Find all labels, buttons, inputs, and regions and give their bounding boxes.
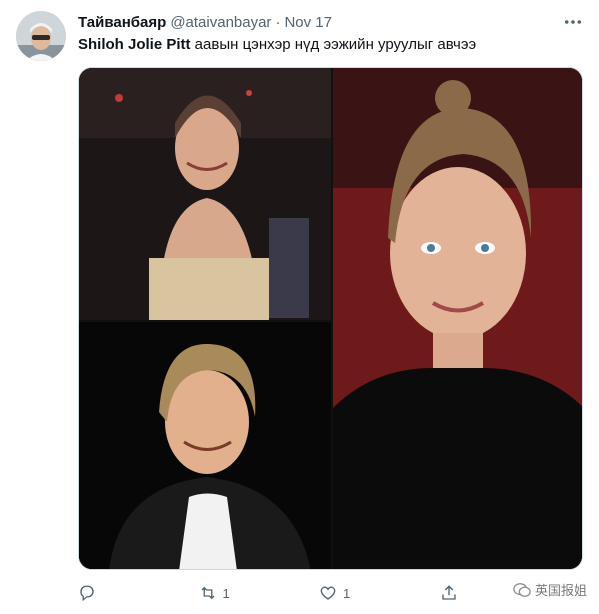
tweet-text: Shiloh Jolie Pitt аавын цэнхэр нүд ээжий…: [78, 35, 583, 55]
display-name[interactable]: Тайванбаяр: [78, 14, 166, 31]
avatar-image: [16, 11, 66, 61]
reply-icon: [80, 585, 94, 602]
wechat-logo-icon: [513, 582, 531, 597]
watermark: 英国报姐: [513, 580, 587, 599]
retweet-count: 1: [222, 585, 230, 601]
watermark-text: 英国报姐: [534, 583, 587, 598]
user-handle[interactable]: @ataivanbayar: [170, 14, 271, 31]
tweet-text-name: Shiloh Jolie Pitt: [78, 36, 191, 53]
photo-woman-smiling[interactable]: [79, 68, 331, 320]
tweet-date[interactable]: Nov 17: [284, 14, 332, 31]
photo-young-woman[interactable]: [333, 68, 582, 569]
tweet-media-grid: [78, 67, 583, 570]
more-horizontal-icon[interactable]: [563, 13, 583, 31]
photo-man-smiling[interactable]: [79, 322, 331, 569]
share-icon: [441, 585, 456, 600]
share-button[interactable]: [440, 584, 458, 602]
retweet-button[interactable]: 1: [199, 584, 289, 602]
tweet-text-body: аавын цэнхэр нүд ээжийн уруулыг авчээ: [190, 36, 477, 53]
tweet[interactable]: Тайванбаяр @ataivanbayar · Nov 17 Shiloh…: [0, 0, 599, 614]
heart-icon: [320, 586, 336, 600]
retweet-icon: [201, 586, 214, 600]
tweet-header: Тайванбаяр @ataivanbayar · Nov 17: [78, 11, 579, 33]
like-button[interactable]: 1: [319, 584, 409, 602]
avatar[interactable]: [16, 11, 66, 61]
separator-dot: ·: [275, 13, 281, 31]
reply-button[interactable]: [78, 584, 168, 602]
like-count: 1: [343, 585, 351, 601]
tweet-actions: 1 1: [78, 578, 583, 608]
